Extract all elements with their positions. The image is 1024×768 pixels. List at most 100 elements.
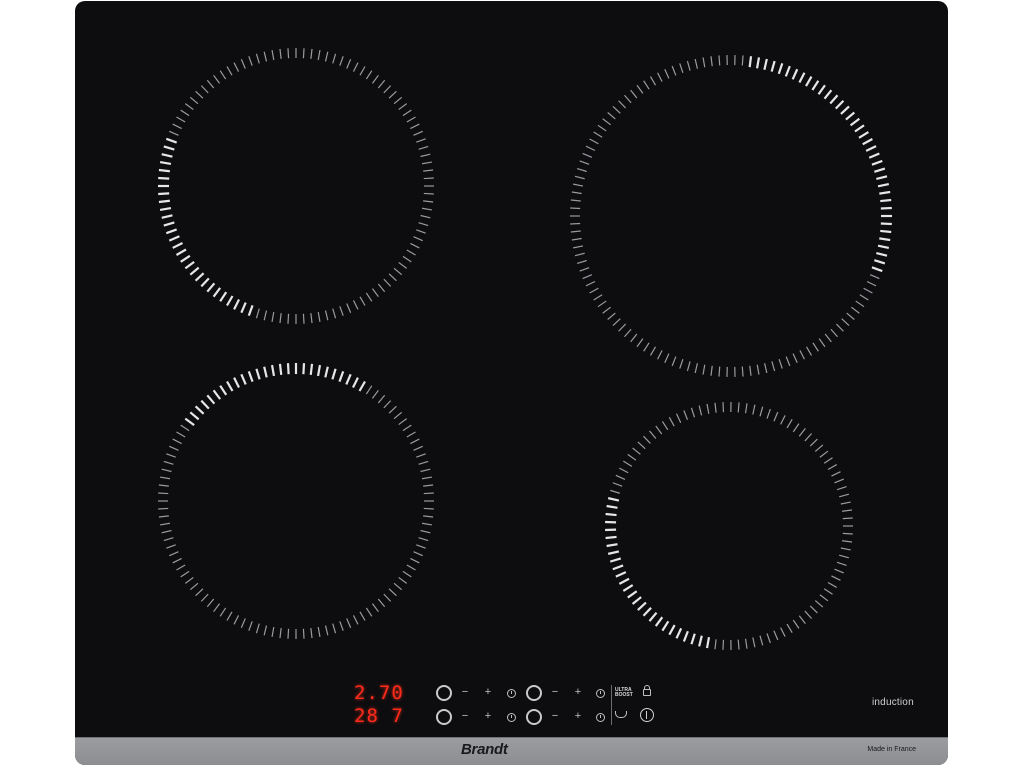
zone-tick [636,338,644,348]
zone-tick [263,310,268,321]
zone-tick [324,51,329,62]
zone-tick [748,56,753,68]
zone-tick [255,308,260,319]
zone-tick [338,370,345,383]
zone-tick [383,400,392,409]
zone-tick [570,222,581,225]
zone-tick [636,84,644,94]
zone-selector-icon-top-left[interactable] [436,685,452,701]
zone-tick [698,635,703,647]
zone-tick [718,55,721,66]
zone-tick [582,274,593,280]
zone-tick [823,588,833,595]
zone-tick [679,63,684,74]
zone-tick [406,116,416,123]
zone-tick [871,266,883,273]
zone-tick [786,418,793,429]
zone-tick [159,206,172,212]
minus-button-top-left[interactable]: − [458,685,472,699]
zone-tick [607,550,620,555]
plus-button-top-left[interactable]: + [481,685,495,699]
zone-tick [406,431,416,438]
zone-tick [161,468,172,473]
timer-icon-bottom-left[interactable] [507,713,516,722]
cooking-zone-rear-right[interactable] [570,55,892,377]
zone-tick [287,48,290,59]
zone-tick [423,200,434,203]
zone-tick [643,80,650,90]
zone-tick [686,361,691,372]
zone-tick [398,576,408,584]
cooking-zone-rear-left[interactable] [158,48,434,324]
zone-tick [830,328,838,338]
ultra-boost-button[interactable]: ULTRA BOOST [615,688,633,698]
cooking-zone-front-left[interactable] [158,363,434,639]
zone-tick [690,407,696,418]
induction-label: induction [872,697,914,708]
zone-tick [421,207,433,211]
lock-icon[interactable] [643,685,651,696]
zone-tick [176,564,186,571]
zone-tick [416,453,426,458]
zone-tick [255,368,261,380]
cooking-zone-front-right[interactable] [605,402,853,650]
zone-tick [402,109,412,117]
zone-tick [880,206,892,210]
zone-tick [714,639,717,650]
zone-tick [706,403,710,414]
zone-tick [593,131,603,138]
zone-tick [377,79,386,89]
zone-tick [240,302,247,314]
zone-tick [271,49,275,61]
zone-tick [818,338,826,348]
zone-tick [585,145,596,152]
zone-tick [371,389,379,399]
zone-tick [823,457,833,464]
plus-button-top-right[interactable]: + [571,685,585,699]
zone-tick [219,385,228,396]
zone-tick [773,411,779,422]
minus-button-top-right[interactable]: − [548,685,562,699]
zone-tick [158,168,170,173]
zone-tick [671,356,677,367]
zone-tick [622,584,634,592]
timer-icon-bottom-right[interactable] [596,713,605,722]
timer-icon-top-left[interactable] [507,689,516,698]
plus-button-bottom-right[interactable]: + [571,709,585,723]
timer-icon-top-right[interactable] [596,689,605,698]
zone-tick [632,447,641,455]
minus-button-bottom-left[interactable]: − [458,709,472,723]
zone-tick [831,471,841,477]
zone-tick [388,90,397,99]
zone-tick [836,485,847,491]
zone-tick [206,282,216,293]
zone-selector-icon-bottom-left[interactable] [436,709,452,725]
zone-tick [785,356,791,367]
zone-tick [846,312,855,320]
power-icon[interactable] [640,708,654,722]
zone-tick [189,96,199,105]
zone-tick [163,221,175,227]
zone-tick [410,438,420,445]
zone-tick [247,304,254,317]
zone-tick [744,638,748,649]
zone-tick [637,441,646,450]
zone-tick [759,635,764,646]
zone-tick [331,368,337,380]
zone-selector-icon-top-right[interactable] [526,685,542,701]
minus-button-bottom-right[interactable]: − [548,709,562,723]
brand-logo: Brandt [461,741,508,758]
zone-tick [189,266,200,276]
zone-tick [169,551,179,557]
zone-tick [287,628,290,639]
plus-button-bottom-left[interactable]: + [481,709,495,723]
zone-tick [324,310,329,321]
zone-tick [576,167,587,173]
zone-tick [827,464,838,471]
zone-selector-icon-bottom-right[interactable] [526,709,542,725]
zone-tick [579,160,590,165]
zone-tick [615,474,626,480]
zone-tick [398,418,408,426]
zone-tick [324,366,329,378]
zone-tick [877,183,890,188]
